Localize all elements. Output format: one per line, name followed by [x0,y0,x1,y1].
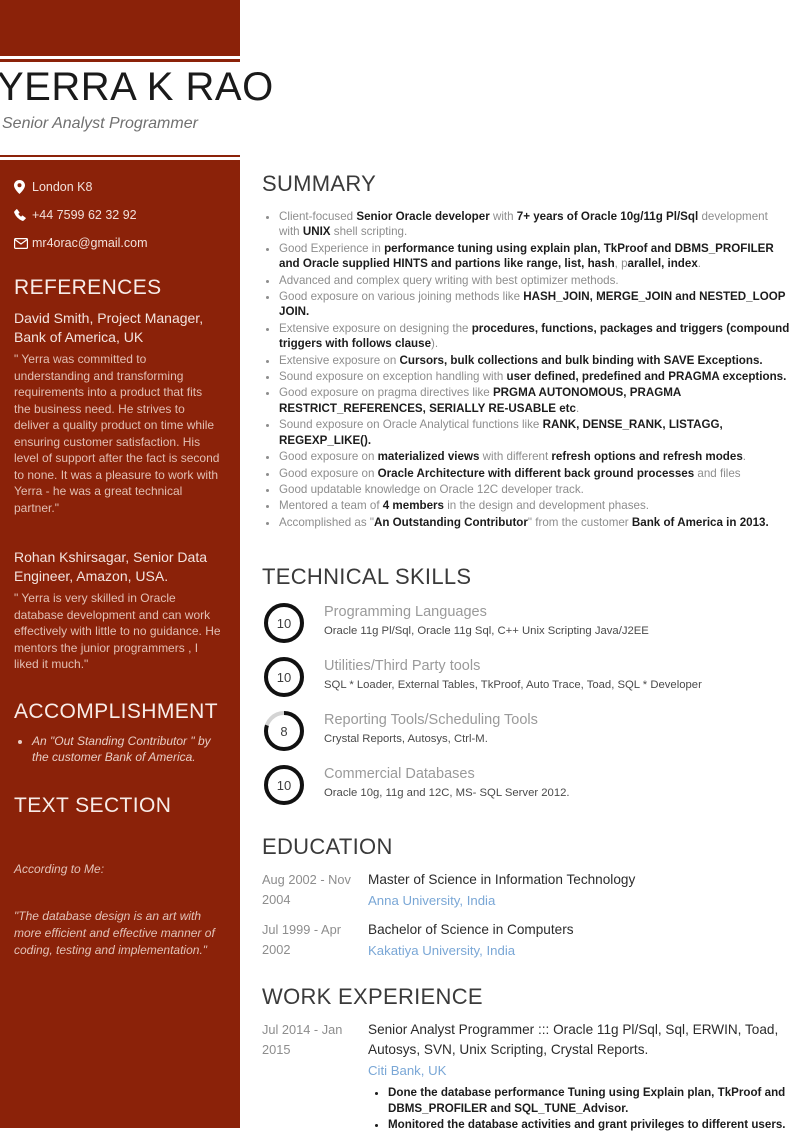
summary-list: Client-focused Senior Oracle developer w… [262,209,790,530]
skill-name: Programming Languages [324,604,487,621]
contact-phone-text: +44 7599 62 32 92 [32,208,137,222]
technical-skills-list: 10 Programming Languages Oracle 11g Pl/Sql… [262,601,790,807]
summary-heading: SUMMARY [262,171,377,196]
list-item: Monitored the database activities and gr… [388,1117,790,1133]
job-title: Senior Analyst Programmer [2,115,198,132]
text-section-heading: TEXT SECTION [14,793,172,817]
skill-detail: SQL * Loader, External Tables, TkProof, … [324,679,702,692]
divider-top [0,54,240,62]
list-item: Done the database performance Tuning usi… [388,1085,790,1116]
name-block: YERRA K RAO Senior Analyst Programmer [0,62,274,136]
contact-row-phone: +44 7599 62 32 92 [14,207,222,223]
skill-text: Commercial Databases Oracle 10g, 11g and … [324,763,570,802]
location-pin-icon [14,180,32,194]
education-degree: Bachelor of Science in Computers [368,922,574,938]
skill-detail: Oracle 11g Pl/Sql, Oracle 11g Sql, C++ U… [324,625,649,638]
education-degree: Master of Science in Information Technol… [368,872,636,888]
skill-rating-ring: 10 [262,655,306,699]
sidebar: YERRA K RAO Senior Analyst Programmer Lo… [0,0,274,1128]
skill-row: 10 Utilities/Third Party tools SQL * Loade… [262,655,790,699]
skill-name: Commercial Databases [324,766,475,783]
skill-text: Reporting Tools/Scheduling Tools Crystal … [324,709,538,748]
phone-icon [14,209,32,221]
education-list: Aug 2002 - Nov 2004 Master of Science in … [262,870,790,961]
skill-name: Reporting Tools/Scheduling Tools [324,712,538,729]
reference-quote: " Yerra was committed to understanding a… [14,352,220,515]
skill-rating-ring: 10 [262,763,306,807]
list-item: Good updatable knowledge on Oracle 12C d… [279,482,790,497]
skill-rating-value: 10 [276,669,292,685]
skill-name: Utilities/Third Party tools [324,658,481,675]
education-institution[interactable]: Kakatiya University, India [368,940,790,961]
reference-name: Rohan Kshirsagar, Senior Data Engineer, … [14,549,207,584]
list-item: Good exposure on various joining methods… [279,289,790,320]
list-item: Sound exposure on exception handling wit… [279,369,790,384]
education-date: Jul 1999 - Apr 2002 [262,922,341,958]
divider-under-name [0,155,240,163]
skill-rating-ring: 8 [262,709,306,753]
accomplishment-heading: ACCOMPLISHMENT [14,699,218,723]
reference-item: David Smith, Project Manager, Bank of Am… [14,309,222,516]
list-item: Accomplished as "An Outstanding Contribu… [279,515,790,530]
list-item: Good exposure on Oracle Architecture wit… [279,466,790,481]
work-experience-heading: WORK EXPERIENCE [262,984,483,1010]
list-item: Good exposure on materialized views with… [279,449,790,464]
work-employer[interactable]: Citi Bank, UK [368,1060,790,1081]
skill-detail: Oracle 10g, 11g and 12C, MS- SQL Server … [324,787,570,800]
sidebar-body: London K8 +44 7599 62 32 92 mr4orac@gmai… [0,163,240,1128]
sidebar-top-band [0,0,240,54]
page-title: YERRA K RAO [0,65,274,109]
list-item: Good Experience in performance tuning us… [279,241,790,272]
skill-rating-value: 10 [276,777,292,793]
skill-rating-value: 10 [276,615,292,631]
envelope-icon [14,237,32,249]
skill-rating-ring: 10 [262,601,306,645]
skill-detail: Crystal Reports, Autosys, Ctrl-M. [324,733,488,746]
text-section-lead: According to Me: [14,861,105,876]
skill-row: 8 Reporting Tools/Scheduling Tools Crystal… [262,709,790,753]
work-date: Jul 2014 - Jan 2015 [262,1022,343,1058]
contact-row-email: mr4orac@gmail.com [14,235,222,251]
list-item: Mentored a team of 4 members in the desi… [279,498,790,513]
list-item: Extensive exposure on Cursors, bulk coll… [279,353,790,368]
contact-row-location: London K8 [14,179,222,195]
skill-row: 10 Programming Languages Oracle 11g Pl/Sql… [262,601,790,645]
education-row: Aug 2002 - Nov 2004 Master of Science in … [262,870,790,911]
skill-text: Programming Languages Oracle 11g Pl/Sql, … [324,601,649,640]
education-row: Jul 1999 - Apr 2002 Bachelor of Science i… [262,920,790,961]
main-content: SUMMARY Client-focused Senior Oracle dev… [262,0,790,1134]
list-item: Extensive exposure on designing the proc… [279,321,790,352]
accomplishment-list: An "Out Standing Contributor " by the cu… [14,733,222,765]
education-heading: EDUCATION [262,834,393,860]
contact-location-text: London K8 [32,180,93,194]
references-heading: REFERENCES [14,276,162,299]
technical-skills-heading: TECHNICAL SKILLS [262,564,472,590]
reference-item: Rohan Kshirsagar, Senior Data Engineer, … [14,548,222,673]
work-bullet-list: Done the database performance Tuning usi… [368,1085,790,1133]
reference-quote: " Yerra is very skilled in Oracle databa… [14,591,221,671]
skill-rating-value: 8 [280,723,288,739]
contact-email-text: mr4orac@gmail.com [32,236,148,250]
list-item: An "Out Standing Contributor " by the cu… [32,733,222,765]
education-institution[interactable]: Anna University, India [368,890,790,911]
list-item: Advanced and complex query writing with … [279,273,790,288]
skill-row: 10 Commercial Databases Oracle 10g, 11g an… [262,763,790,807]
work-row: Jul 2014 - Jan 2015 Senior Analyst Progra… [262,1020,790,1134]
reference-name: David Smith, Project Manager, Bank of Am… [14,310,204,345]
work-role: Senior Analyst Programmer ::: Oracle 11g… [368,1022,779,1058]
list-item: Good exposure on pragma directives like … [279,385,790,416]
work-experience-list: Jul 2014 - Jan 2015 Senior Analyst Progra… [262,1020,790,1134]
skill-text: Utilities/Third Party tools SQL * Loader,… [324,655,702,694]
text-section-quote: "The database design is an art with more… [14,908,215,957]
education-date: Aug 2002 - Nov 2004 [262,872,351,908]
list-item: Sound exposure on Oracle Analytical func… [279,417,790,448]
list-item: Client-focused Senior Oracle developer w… [279,209,790,240]
